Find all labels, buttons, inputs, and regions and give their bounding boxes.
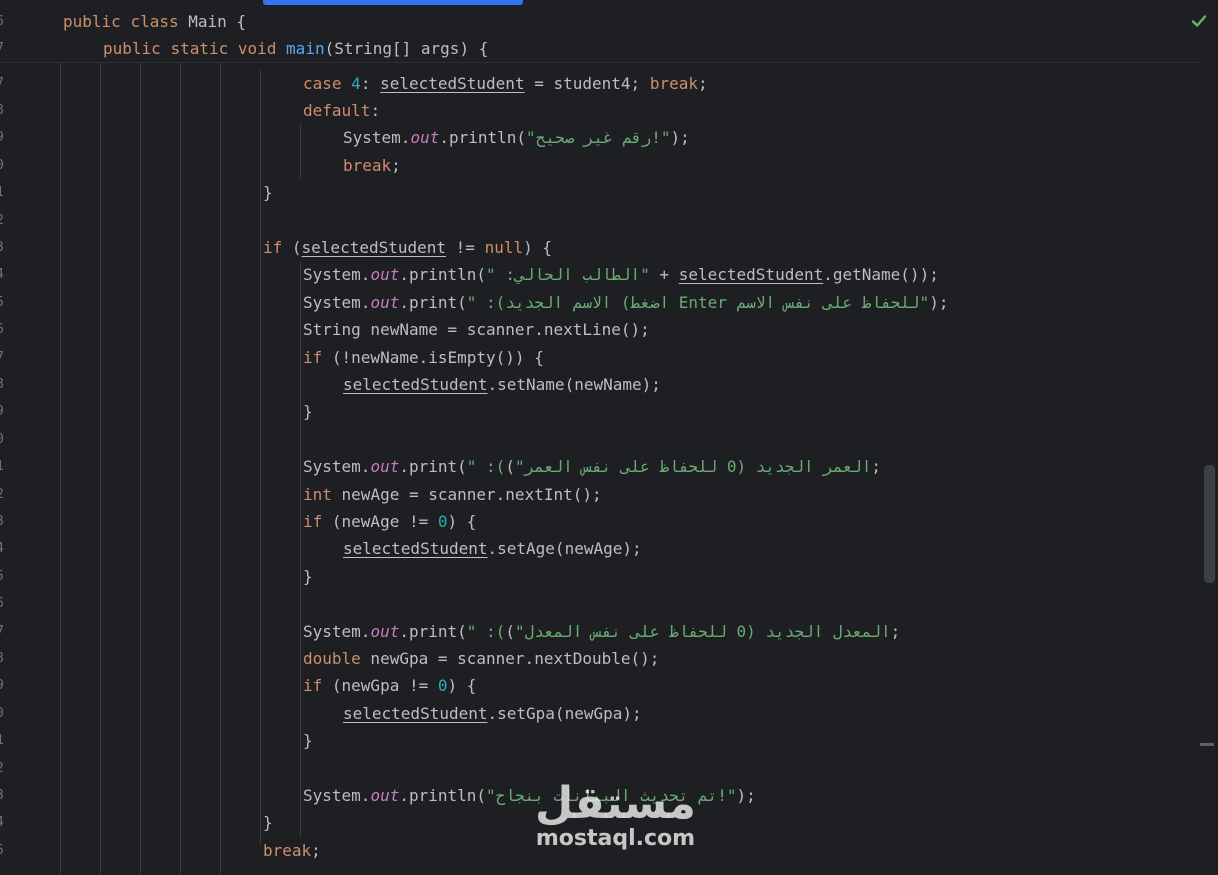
line-number: 7 bbox=[0, 35, 8, 62]
active-tab-indicator bbox=[263, 0, 523, 5]
code-line[interactable]: public static void main(String[] args) { bbox=[103, 35, 488, 62]
vertical-scrollbar-thumb[interactable] bbox=[1204, 465, 1215, 583]
code-token: public bbox=[63, 11, 121, 31]
line-number: 6 bbox=[0, 8, 8, 35]
code-token: class bbox=[130, 11, 179, 31]
code-token: Main { bbox=[178, 11, 247, 31]
code-token: static bbox=[170, 38, 229, 58]
sticky-scroll-header[interactable]: 67 public class Main {public static void… bbox=[0, 0, 1200, 63]
sticky-gutter: 67 bbox=[0, 0, 14, 875]
sticky-code[interactable]: public class Main {public static void ma… bbox=[23, 0, 1182, 875]
code-token: void bbox=[237, 38, 277, 58]
code-token: (String[] args) { bbox=[324, 38, 489, 58]
code-token: main bbox=[286, 38, 325, 58]
check-icon[interactable] bbox=[1190, 12, 1208, 30]
code-token: public bbox=[103, 38, 161, 58]
error-stripe-marker[interactable] bbox=[1200, 743, 1214, 746]
code-line[interactable]: public class Main { bbox=[63, 8, 246, 35]
code-editor[interactable]: 67 public class Main {public static void… bbox=[0, 0, 1218, 875]
